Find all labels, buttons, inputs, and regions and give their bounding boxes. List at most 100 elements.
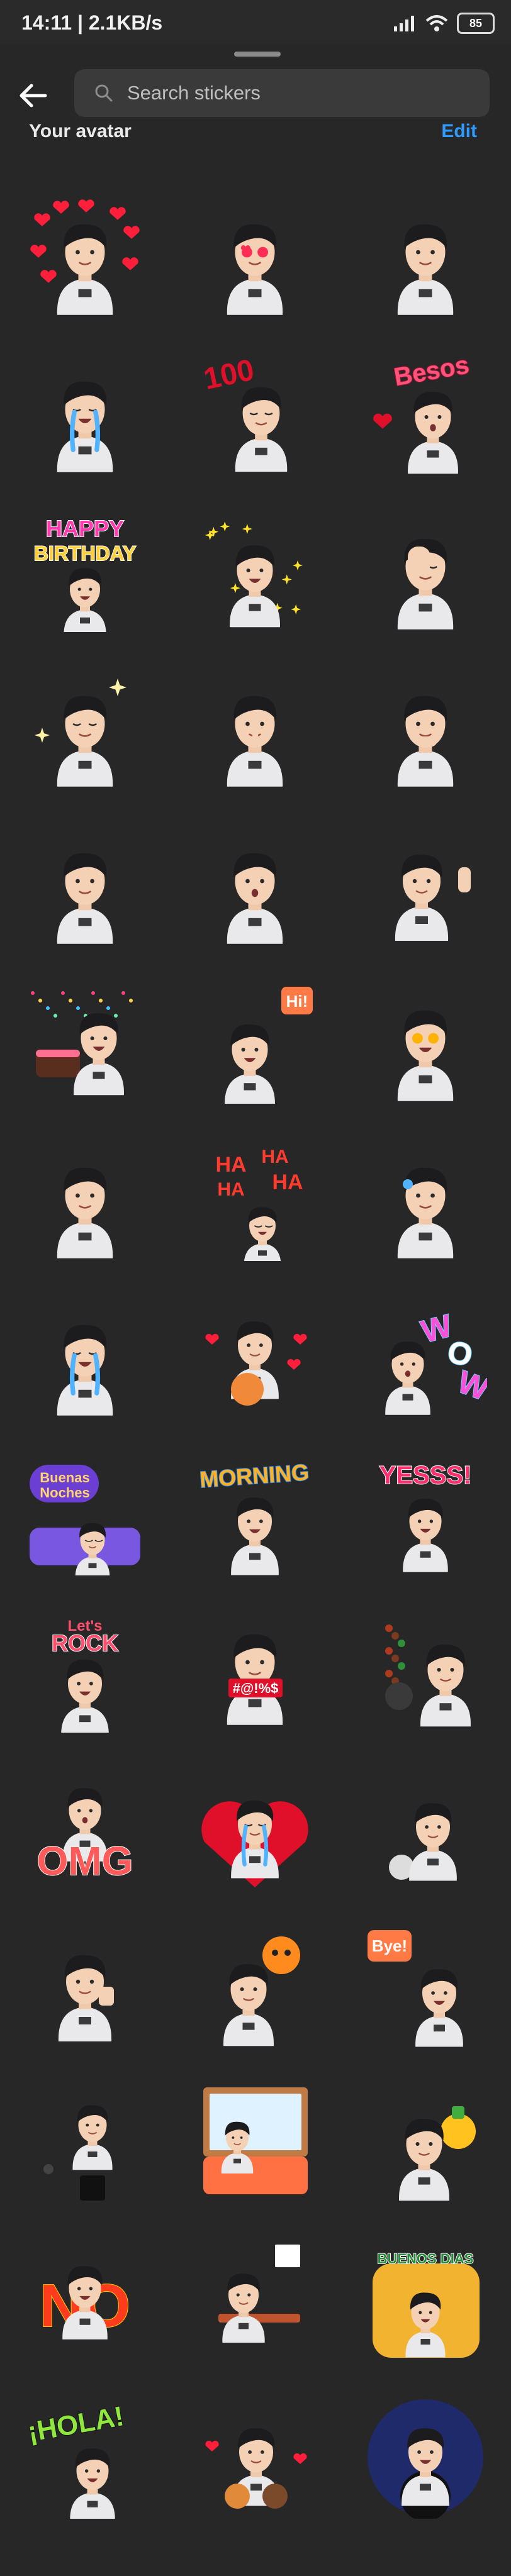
sticker-wow[interactable]: WOW — [364, 1295, 487, 1418]
sticker-item[interactable]: NO — [0, 2221, 170, 2379]
section-title: Your avatar — [29, 121, 132, 142]
sticker-pet-friends[interactable] — [193, 2396, 317, 2519]
sticker-item[interactable]: 100 — [170, 335, 340, 492]
sticker-item[interactable] — [340, 963, 511, 1121]
signal-icon — [394, 16, 414, 31]
sticker-thinking[interactable] — [364, 666, 487, 789]
sticker-item[interactable] — [0, 1907, 170, 2064]
sticker-item[interactable] — [0, 335, 170, 492]
sticker-buenos-dias[interactable]: BUENOS DIAS — [364, 2238, 487, 2362]
search-field[interactable] — [74, 69, 490, 117]
sticker-item[interactable] — [170, 177, 340, 335]
sticker-hola[interactable]: ¡HOLA! — [23, 2396, 147, 2519]
sticker-neutral[interactable] — [23, 823, 147, 947]
sticker-smiling[interactable] — [364, 194, 487, 318]
sticker-facepalm[interactable] — [364, 509, 487, 632]
sticker-item[interactable] — [170, 649, 340, 806]
sticker-item[interactable]: HAPPY BIRTHDAY — [0, 492, 170, 649]
sticker-item[interactable]: Buenas Noches — [0, 1435, 170, 1592]
hearts-floating-sticker-image — [30, 199, 140, 315]
sticker-item[interactable] — [340, 2379, 511, 2536]
sticker-item[interactable]: Besos — [340, 335, 511, 492]
sticker-item[interactable]: BUENOS DIAS — [340, 2221, 511, 2379]
sticker-running[interactable] — [364, 1767, 487, 1890]
sticker-item[interactable]: HA HA HA HA — [170, 1121, 340, 1278]
sticker-lets-rock[interactable]: Let's ROCK — [23, 1609, 147, 1733]
edit-button[interactable]: Edit — [441, 121, 477, 142]
sticker-item[interactable] — [0, 1121, 170, 1278]
sticker-item[interactable] — [340, 177, 511, 335]
sticker-item[interactable] — [0, 963, 170, 1121]
sticker-morning[interactable]: MORNING — [193, 1452, 317, 1575]
sticker-hi-bubble[interactable]: Hi! — [193, 980, 317, 1104]
sticker-item[interactable] — [340, 492, 511, 649]
sticker-item[interactable]: YESSS! — [340, 1435, 511, 1592]
sticker-item[interactable] — [170, 2064, 340, 2221]
sticker-item[interactable]: ¡HOLA! — [0, 2379, 170, 2536]
sticker-item[interactable] — [170, 2221, 340, 2379]
sticker-item[interactable] — [340, 2064, 511, 2221]
sticker-text: OMG — [37, 1838, 133, 1884]
sticker-hundred-pointing[interactable]: 100 — [193, 352, 317, 475]
sticker-item[interactable] — [340, 806, 511, 963]
sticker-dj-night[interactable] — [364, 2396, 487, 2519]
sticker-hearts-floating[interactable] — [23, 194, 147, 318]
sticker-balloon-sad[interactable] — [193, 1924, 317, 2047]
sticker-item[interactable]: Let's ROCK — [0, 1592, 170, 1750]
back-arrow-icon[interactable] — [16, 78, 52, 113]
sticker-yesss[interactable]: YESSS! — [364, 1452, 487, 1575]
crying-sticker-image — [57, 1324, 113, 1416]
sticker-cat-hug[interactable] — [193, 1295, 317, 1418]
sticker-item[interactable] — [170, 2379, 340, 2536]
sticker-tears-of-joy[interactable] — [23, 352, 147, 475]
sticker-item[interactable] — [170, 1750, 340, 1907]
sticker-happy-birthday[interactable]: HAPPY BIRTHDAY — [23, 509, 147, 632]
search-input[interactable] — [126, 81, 456, 105]
drag-handle[interactable] — [234, 52, 281, 57]
sticker-item[interactable] — [340, 1592, 511, 1750]
sticker-broken-heart[interactable] — [193, 1767, 317, 1890]
sticker-waving-leaning[interactable] — [364, 823, 487, 947]
sticker-item[interactable] — [0, 649, 170, 806]
sticker-sparkles-celebrate[interactable] — [193, 509, 317, 632]
sticker-item[interactable] — [170, 806, 340, 963]
sticker-desk-work[interactable] — [193, 2238, 317, 2362]
sticker-item[interactable]: Bye! — [340, 1907, 511, 2064]
sticker-item[interactable]: WOW — [340, 1278, 511, 1435]
sticker-no-fire[interactable]: NO — [23, 2238, 147, 2362]
sticker-item[interactable] — [0, 1278, 170, 1435]
sticker-item[interactable] — [0, 2064, 170, 2221]
sticker-item[interactable] — [340, 649, 511, 806]
sticker-item[interactable]: Hi! — [170, 963, 340, 1121]
sticker-besos-kiss[interactable]: Besos — [364, 352, 487, 475]
sticker-sparkles-proud[interactable] — [23, 666, 147, 789]
sticker-birthday-cake[interactable] — [23, 980, 147, 1104]
sticker-crying[interactable] — [23, 1295, 147, 1418]
sticker-omg[interactable]: OMG — [23, 1767, 147, 1890]
sticker-worried[interactable] — [23, 1138, 147, 1261]
sticker-nervous-sweat[interactable] — [364, 1138, 487, 1261]
sticker-haha-laughing[interactable]: HA HA HA HA — [193, 1138, 317, 1261]
sticker-mic-drop[interactable] — [23, 2081, 147, 2204]
sticker-item[interactable] — [340, 1121, 511, 1278]
sticker-item[interactable] — [340, 1750, 511, 1907]
sticker-window-bed[interactable] — [193, 2081, 317, 2204]
sticker-item[interactable] — [170, 1278, 340, 1435]
sticker-bye-bubble[interactable]: Bye! — [364, 1924, 487, 2047]
sticker-item[interactable] — [170, 1907, 340, 2064]
sticker-shush[interactable] — [193, 666, 317, 789]
sticker-thumbs-up[interactable] — [23, 1924, 147, 2047]
sticker-surprised[interactable] — [193, 823, 317, 947]
sticker-heart-eyes[interactable] — [193, 194, 317, 318]
sticker-item[interactable]: #@!%$ — [170, 1592, 340, 1750]
sticker-star-struck[interactable] — [364, 980, 487, 1104]
sticker-item[interactable] — [170, 492, 340, 649]
sticker-item[interactable] — [0, 177, 170, 335]
sticker-item[interactable]: OMG — [0, 1750, 170, 1907]
sticker-item[interactable]: MORNING — [170, 1435, 340, 1592]
sticker-buenas-noches[interactable]: Buenas Noches — [23, 1452, 147, 1575]
sticker-cooking-wok[interactable] — [364, 1609, 487, 1733]
sticker-censored-swear[interactable]: #@!%$ — [193, 1609, 317, 1733]
sticker-item[interactable] — [0, 806, 170, 963]
sticker-pineapple[interactable] — [364, 2081, 487, 2204]
